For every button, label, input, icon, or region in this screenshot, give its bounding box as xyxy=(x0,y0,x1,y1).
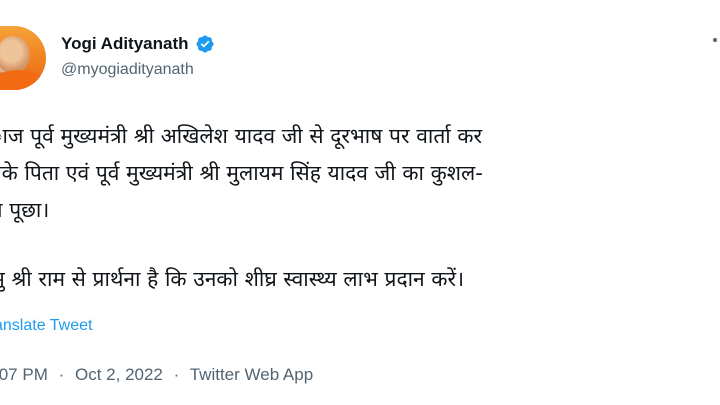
more-options-icon[interactable] xyxy=(703,30,720,50)
author-name-row: Yogi Adityanath xyxy=(61,33,215,55)
meta-separator: · xyxy=(173,365,180,384)
tweet-date[interactable]: Oct 2, 2022 xyxy=(75,365,163,384)
author-display-name[interactable]: Yogi Adityanath xyxy=(61,34,189,54)
tweet-time[interactable]: :07 PM xyxy=(0,365,48,384)
translate-tweet-link[interactable]: anslate Tweet xyxy=(0,317,92,335)
tweet-card: Yogi Adityanath @myogiadityanath ाज पूर्… xyxy=(0,0,720,405)
tweet-text-line: नके पिता एवं पूर्व मुख्यमंत्री श्री मुला… xyxy=(0,161,483,185)
avatar-face xyxy=(0,36,30,74)
tweet-metadata: :07 PM · Oct 2, 2022 · Twitter Web App xyxy=(0,365,313,385)
avatar[interactable] xyxy=(0,26,46,90)
tweet-text-line: ाज पूर्व मुख्यमंत्री श्री अखिलेश यादव जी… xyxy=(0,124,483,148)
tweet-text-line: म पूछा। xyxy=(0,198,50,222)
verified-badge-icon xyxy=(195,35,214,53)
tweet-text: ाज पूर्व मुख्यमंत्री श्री अखिलेश यादव जी… xyxy=(0,118,720,298)
tweet-source[interactable]: Twitter Web App xyxy=(190,365,313,384)
author-handle[interactable]: @myogiadityanath xyxy=(61,61,194,79)
tweet-text-line: भु श्री राम से प्रार्थना है कि उनको शीघ्… xyxy=(0,267,465,291)
meta-separator: · xyxy=(58,365,65,384)
avatar-robe xyxy=(0,70,44,90)
